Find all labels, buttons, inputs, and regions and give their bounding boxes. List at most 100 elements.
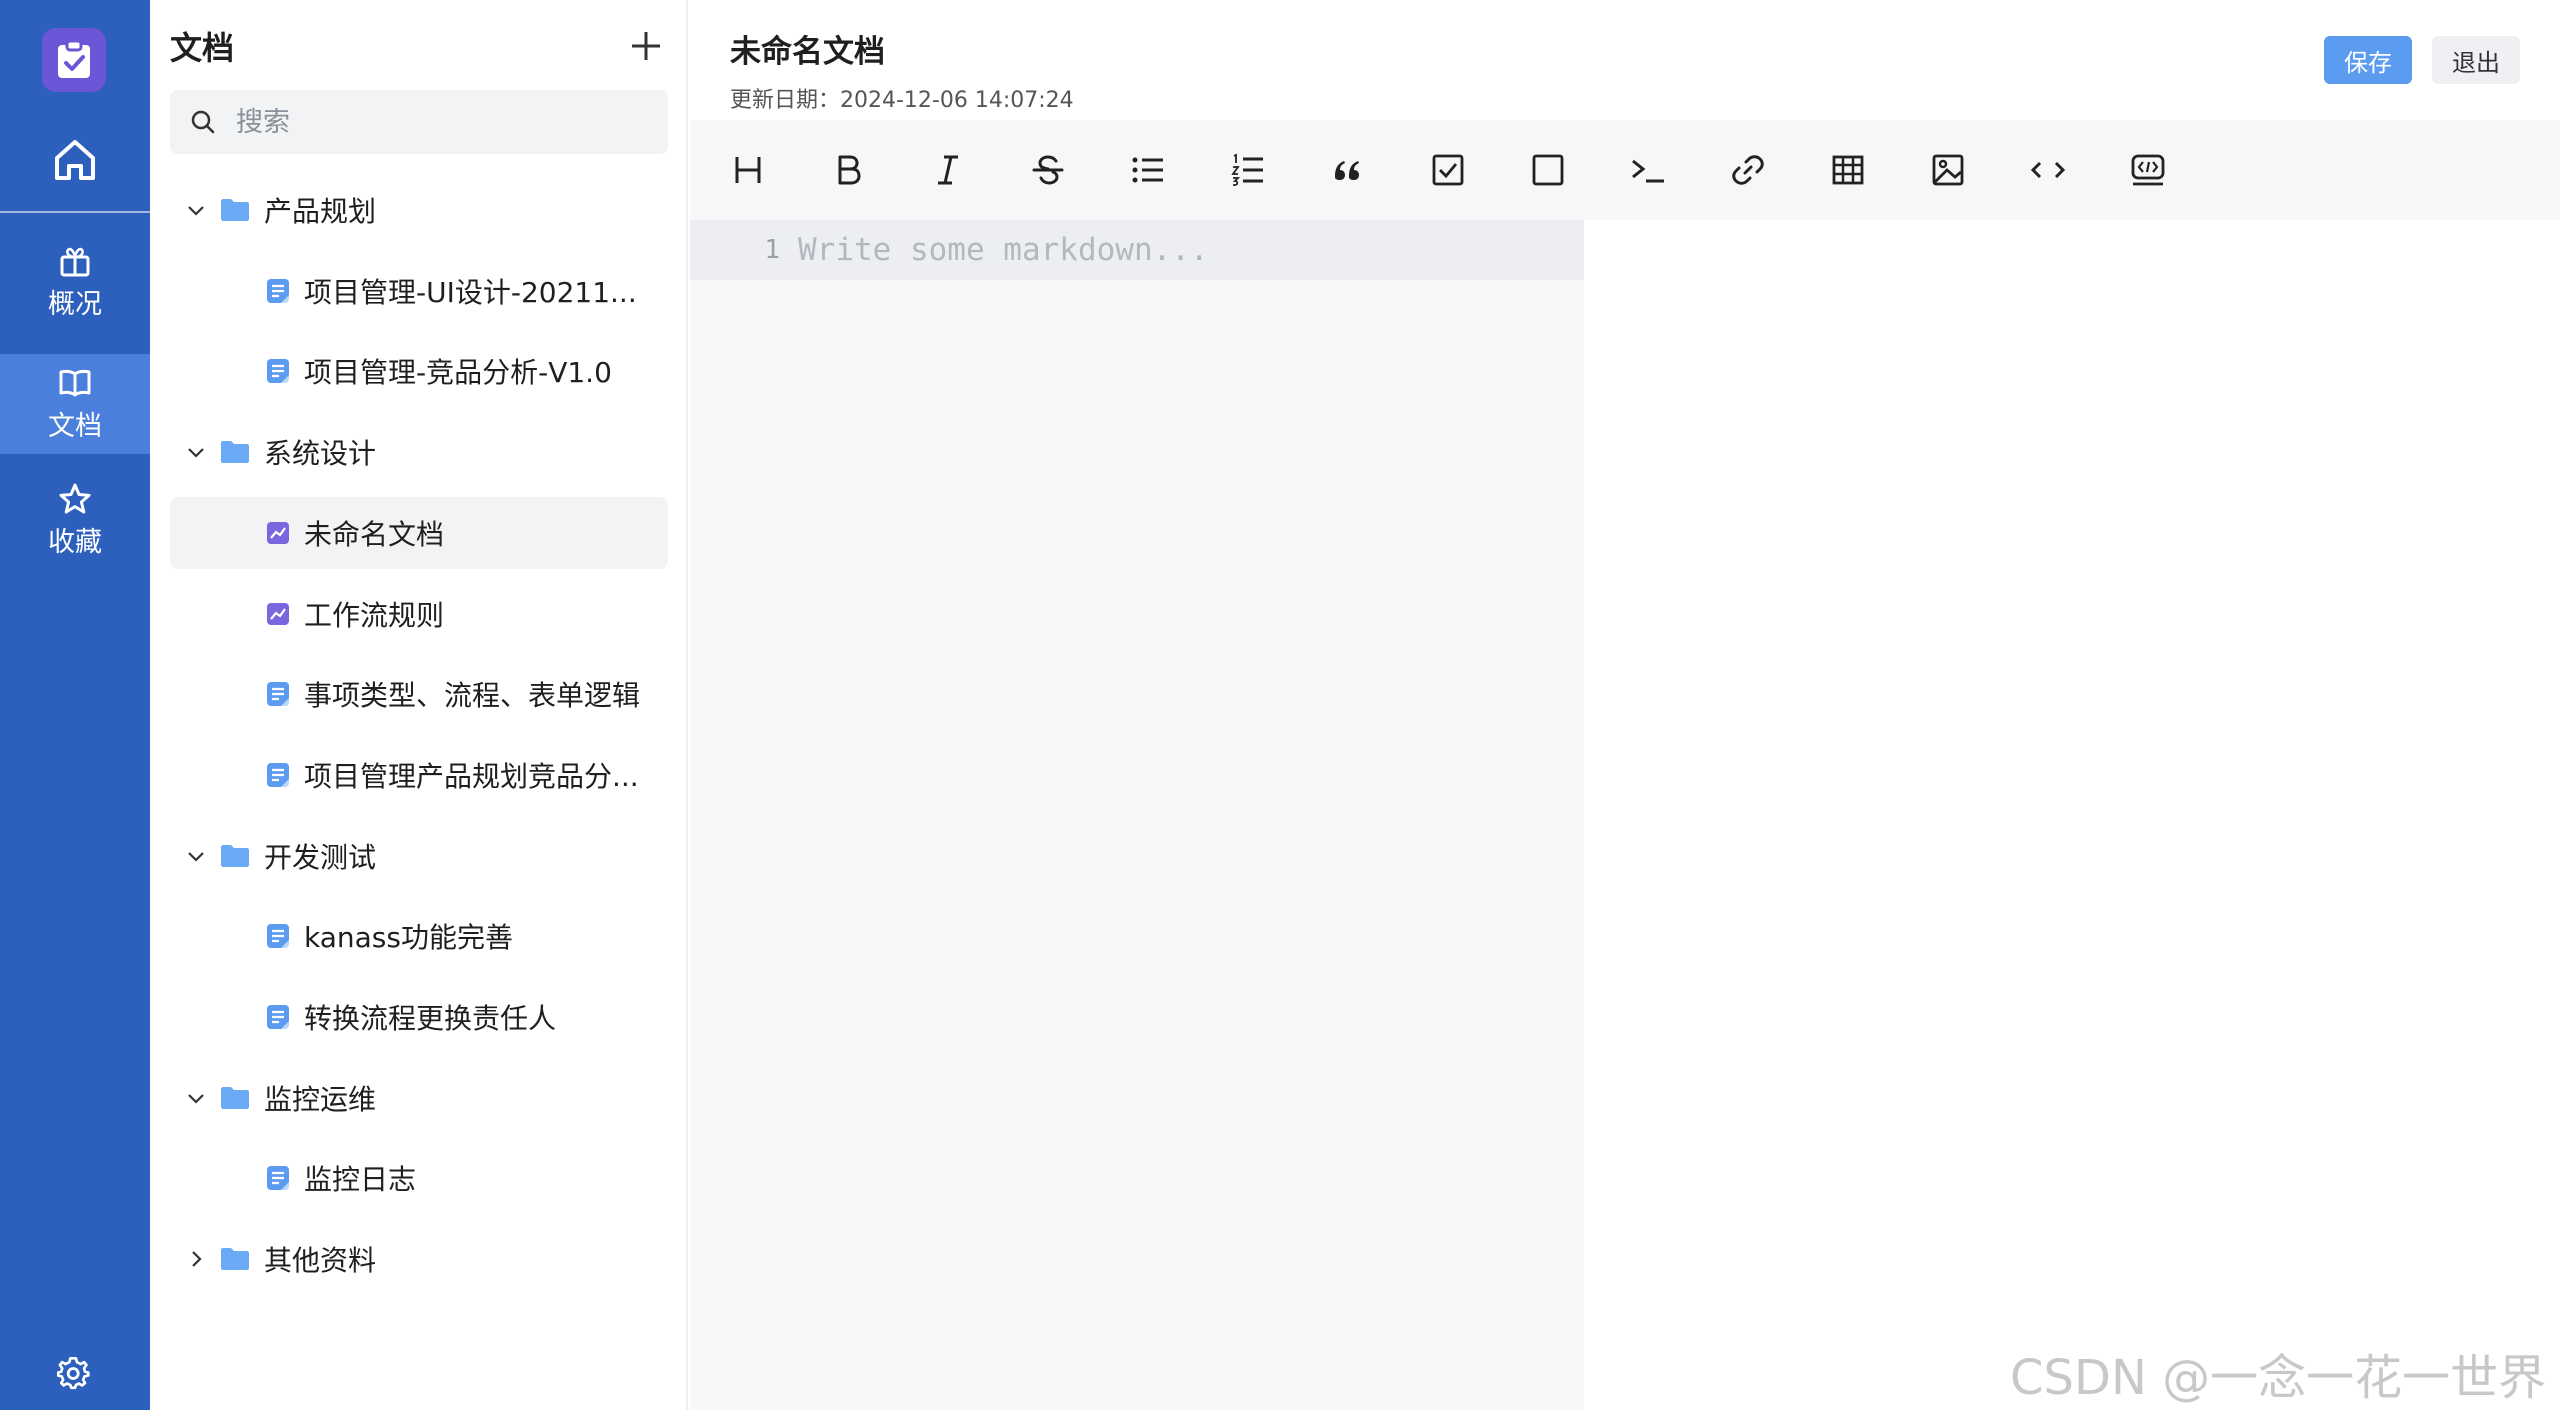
heading-icon bbox=[735, 157, 761, 183]
search-box[interactable] bbox=[170, 90, 668, 154]
nav-label-overview: 概况 bbox=[48, 288, 102, 320]
document-label: 项目管理-竞品分析-V1.0 bbox=[304, 356, 612, 390]
tree-document[interactable]: 未命名文档 bbox=[170, 496, 668, 569]
folder-label: 监控运维 bbox=[264, 1082, 377, 1116]
add-document-button[interactable] bbox=[626, 26, 666, 66]
tree-header: 文档 bbox=[170, 22, 666, 70]
document-label: 转换流程更换责任人 bbox=[304, 1002, 557, 1035]
tree-document[interactable]: 项目管理产品规划竞品分... bbox=[170, 739, 668, 811]
document-tree-panel: 文档 产品规划项目管理-UI设计-20211... 项目管理-竞品分析-V1.0 系… bbox=[150, 0, 688, 1410]
document-label: 项目管理产品规划竞品分... bbox=[304, 759, 639, 793]
document-icon bbox=[266, 1003, 292, 1031]
document-label: 事项类型、流程、表单逻辑 bbox=[304, 679, 641, 713]
editor-line[interactable]: 1 Write some markdown... bbox=[690, 220, 1584, 280]
folder-label: 产品规划 bbox=[264, 195, 377, 228]
chevron-down-icon[interactable] bbox=[182, 196, 210, 224]
plus-icon bbox=[632, 32, 660, 60]
heading-button[interactable] bbox=[724, 146, 772, 194]
bold-button[interactable] bbox=[824, 146, 872, 194]
nav-item-overview[interactable]: 概况 bbox=[0, 232, 150, 332]
code-icon bbox=[2030, 161, 2066, 179]
image-icon bbox=[1932, 154, 1964, 186]
tree-folder[interactable]: 监控运维 bbox=[170, 1062, 668, 1134]
search-icon bbox=[191, 110, 215, 134]
document-icon bbox=[266, 1164, 292, 1192]
chevron-right-icon[interactable] bbox=[182, 1245, 210, 1273]
folder-icon bbox=[220, 1245, 252, 1273]
markdown-editor[interactable]: 1 Write some markdown... bbox=[690, 220, 1584, 1410]
task-checked-button[interactable] bbox=[1424, 146, 1472, 194]
settings-button[interactable] bbox=[52, 1352, 96, 1396]
tree-folder[interactable]: 产品规划 bbox=[170, 174, 668, 246]
nav-item-favorites[interactable]: 收藏 bbox=[0, 470, 150, 570]
folder-icon bbox=[220, 1084, 252, 1112]
code-block-button[interactable] bbox=[2124, 146, 2172, 194]
folder-icon bbox=[220, 842, 252, 870]
quote-icon bbox=[1335, 161, 1359, 180]
folder-label: 开发测试 bbox=[264, 840, 377, 874]
tree-document[interactable]: 项目管理-UI设计-20211... bbox=[170, 255, 668, 327]
italic-button[interactable] bbox=[924, 146, 972, 194]
chevron-down-icon[interactable] bbox=[182, 1084, 210, 1112]
image-button[interactable] bbox=[1924, 146, 1972, 194]
document-icon bbox=[266, 277, 292, 305]
terminal-icon bbox=[1632, 159, 1664, 183]
ordered-list-button[interactable] bbox=[1224, 146, 1272, 194]
bullet-list-icon bbox=[1132, 157, 1163, 183]
document-icon bbox=[266, 357, 292, 385]
tree-document[interactable]: 项目管理-竞品分析-V1.0 bbox=[170, 335, 668, 407]
task-unchecked-button[interactable] bbox=[1524, 146, 1572, 194]
nav-label-docs: 文档 bbox=[48, 410, 102, 442]
search-input[interactable] bbox=[236, 106, 636, 138]
gear-icon bbox=[57, 1357, 90, 1390]
folder-label: 其他资料 bbox=[264, 1244, 377, 1278]
nav-item-docs[interactable]: 文档 bbox=[0, 354, 150, 454]
tree-document[interactable]: 转换流程更换责任人 bbox=[170, 981, 668, 1053]
editor-placeholder: Write some markdown... bbox=[798, 232, 1209, 268]
tree-folder[interactable]: 系统设计 bbox=[170, 416, 668, 488]
code-button[interactable] bbox=[2024, 146, 2072, 194]
checkbox-empty-icon bbox=[1532, 154, 1564, 186]
document-title: 未命名文档 bbox=[730, 34, 885, 70]
document-icon bbox=[266, 680, 292, 708]
document-label: 工作流规则 bbox=[304, 598, 445, 632]
tree-folder[interactable]: 其他资料 bbox=[170, 1223, 668, 1295]
tree-document[interactable]: kanass功能完善 bbox=[170, 900, 668, 972]
strikethrough-icon bbox=[1032, 155, 1064, 185]
terminal-button[interactable] bbox=[1624, 146, 1672, 194]
link-icon bbox=[1732, 155, 1764, 185]
exit-button[interactable]: 退出 bbox=[2432, 36, 2520, 84]
tree-document[interactable]: 监控日志 bbox=[170, 1142, 668, 1214]
save-button[interactable]: 保存 bbox=[2324, 36, 2412, 84]
clipboard-check-icon bbox=[58, 40, 90, 78]
bullet-list-button[interactable] bbox=[1124, 146, 1172, 194]
tree-title: 文档 bbox=[170, 29, 235, 67]
document-label: kanass功能完善 bbox=[304, 921, 513, 955]
app-logo[interactable] bbox=[42, 28, 106, 92]
chevron-down-icon[interactable] bbox=[182, 438, 210, 466]
tree-document[interactable]: 工作流规则 bbox=[170, 578, 668, 650]
document-icon bbox=[266, 761, 292, 789]
table-button[interactable] bbox=[1824, 146, 1872, 194]
star-icon bbox=[59, 483, 91, 513]
book-open-icon bbox=[59, 369, 91, 396]
tree-folder[interactable]: 开发测试 bbox=[170, 820, 668, 892]
chevron-down-icon[interactable] bbox=[182, 842, 210, 870]
quote-button[interactable] bbox=[1324, 146, 1372, 194]
left-nav-rail: 概况 文档 收藏 bbox=[0, 0, 150, 1410]
tree-document[interactable]: 事项类型、流程、表单逻辑 bbox=[170, 658, 668, 730]
home-button[interactable] bbox=[0, 120, 150, 200]
table-icon bbox=[1832, 155, 1864, 185]
app-window: 概况 文档 收藏 文档 搜索 产品规划 项目管理-UI设计-20211... 项… bbox=[0, 0, 2560, 1410]
link-button[interactable] bbox=[1724, 146, 1772, 194]
strikethrough-button[interactable] bbox=[1024, 146, 1072, 194]
watermark: CSDN @一念一花一世界 bbox=[2010, 1350, 2547, 1406]
rail-divider bbox=[0, 211, 150, 213]
document-label: 监控日志 bbox=[304, 1163, 417, 1197]
markdown-toolbar bbox=[690, 120, 2560, 220]
bold-icon bbox=[838, 155, 861, 185]
gift-icon bbox=[60, 247, 90, 276]
editor-area: 未命名文档 更新日期：2024-12-06 14:07:24 保存 退出 1 W… bbox=[690, 0, 2560, 1410]
markdown-doc-icon bbox=[266, 600, 292, 628]
document-icon bbox=[266, 922, 292, 950]
